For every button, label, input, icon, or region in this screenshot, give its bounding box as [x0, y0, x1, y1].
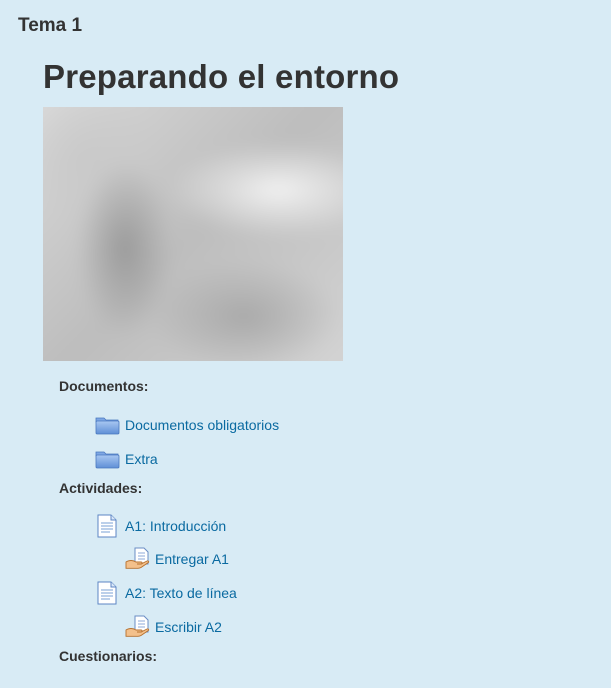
- assignment-link-label: Entregar A1: [155, 551, 229, 567]
- summary-image: [43, 107, 343, 361]
- label-cuestionarios: Cuestionarios:: [59, 648, 158, 664]
- assignment-icon: [125, 615, 151, 639]
- resource-link-label: Documentos obligatorios: [125, 417, 280, 433]
- page-link-label: A1: Introducción: [125, 518, 227, 534]
- page-icon: [95, 514, 121, 538]
- page-link-a1-introduccion[interactable]: A1: Introducción: [95, 514, 226, 538]
- resource-link-label: Extra: [125, 451, 158, 467]
- label-actividades: Actividades:: [59, 480, 143, 496]
- folder-icon: [95, 447, 121, 471]
- folder-icon: [95, 413, 121, 437]
- resource-link-documentos-obligatorios[interactable]: Documentos obligatorios: [95, 413, 279, 437]
- assignment-link-entregar-a1[interactable]: Entregar A1: [125, 547, 229, 571]
- label-documentos: Documentos:: [59, 378, 149, 394]
- assignment-link-escribir-a2[interactable]: Escribir A2: [125, 615, 222, 639]
- page-link-label: A2: Texto de línea: [125, 585, 237, 601]
- resource-link-extra[interactable]: Extra: [95, 447, 158, 471]
- page-link-a2-texto-de-linea[interactable]: A2: Texto de línea: [95, 581, 237, 605]
- summary-title: Preparando el entorno: [43, 58, 400, 95]
- assignment-link-label: Escribir A2: [155, 619, 222, 635]
- section-name: Tema 1: [18, 15, 83, 36]
- page-icon: [95, 581, 121, 605]
- assignment-icon: [125, 547, 151, 571]
